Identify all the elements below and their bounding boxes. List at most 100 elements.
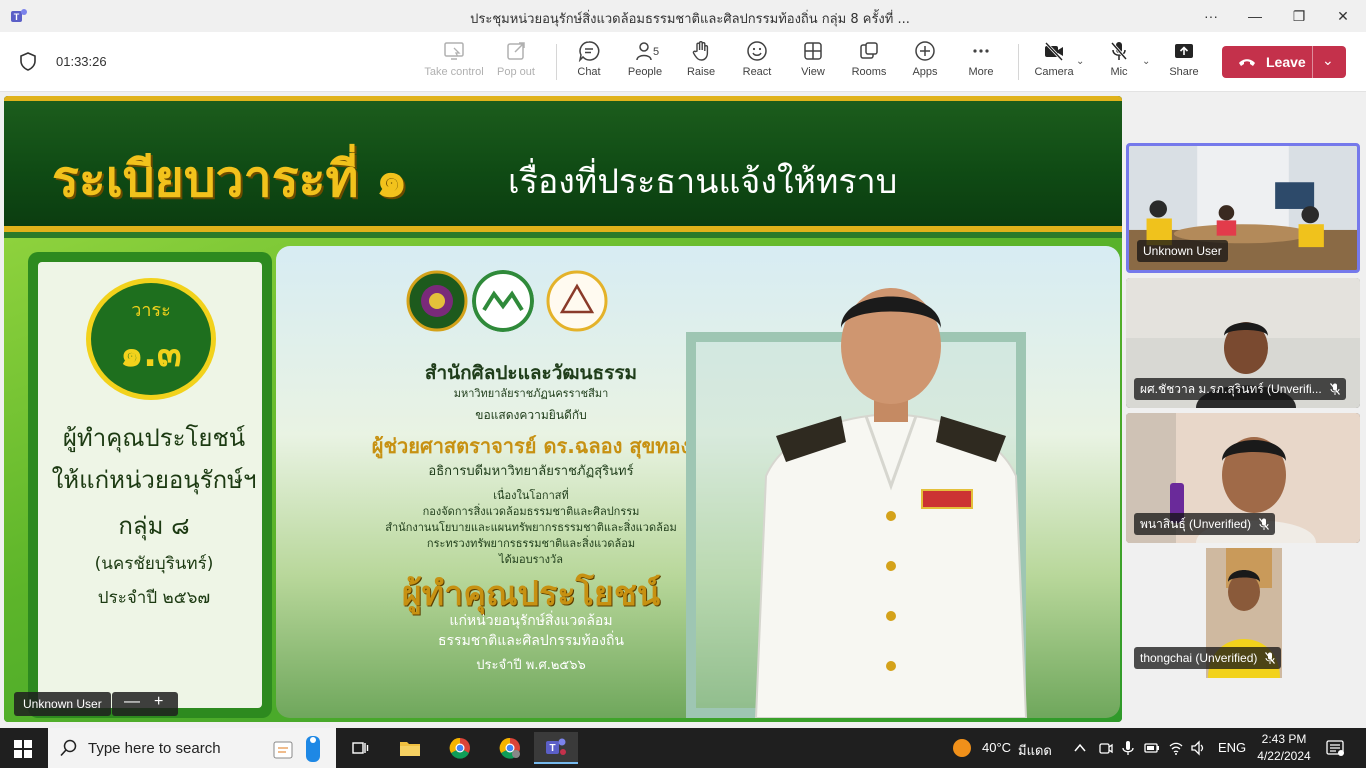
rooms-label: Rooms [851,66,887,78]
raise-hand-button[interactable]: Raise [671,40,731,86]
maximize-button[interactable]: ❐ [1276,0,1322,32]
more-options-button[interactable]: ··· [1188,0,1234,32]
volume-icon[interactable] [1190,740,1206,756]
more-label: More [968,66,994,78]
people-count: 5 [653,46,660,58]
weather-temp[interactable]: 40°C [982,740,1011,755]
chat-label: Chat [577,66,601,78]
file-explorer-button[interactable] [388,732,432,764]
mic-muted-icon [1329,383,1340,395]
participant-tile[interactable]: ผศ.ชัชวาล ม.รภ.สุรินทร์ (Unverifi... [1126,278,1360,408]
ellipsis-icon [973,49,989,53]
chevron-up-icon[interactable] [1072,740,1088,756]
chat-button[interactable]: Chat [559,40,619,86]
share-button[interactable]: Share [1154,40,1214,86]
notifications-icon[interactable] [1326,739,1344,757]
camera-tray-icon[interactable] [1098,740,1114,756]
rooms-button[interactable]: Rooms [839,40,899,86]
zoom-controls: — + [112,692,178,716]
chrome-button[interactable] [438,732,482,764]
battery-icon[interactable] [1144,740,1160,756]
grid-view-icon [804,42,822,60]
panel-line-3: กลุ่ม ๘ [118,512,190,540]
chrome-icon [449,737,470,759]
pop-out-button: Pop out [486,40,546,86]
gold-border [4,96,1122,101]
badge-label: วาระ [131,300,171,321]
mic-label: Mic [1110,66,1128,78]
participant-tile[interactable]: พนาสินธุ์ (Unverified) [1126,413,1360,543]
window-title: ประชุมหน่วยอนุรักษ์สิ่งแวดล้อมธรรมชาติแล… [470,12,910,27]
chrome-profile-button[interactable] [488,732,532,764]
participant-name-text: ผศ.ชัชวาล ม.รภ.สุรินทร์ (Unverifi... [1140,382,1322,396]
leave-label: Leave [1266,54,1306,70]
award-person: ผู้ช่วยศาสตราจารย์ ดร.ฉลอง สุขทอง [371,434,691,458]
take-control-icon [444,42,464,60]
minimize-button[interactable]: — [1232,0,1278,32]
microphone-tray-icon[interactable] [1120,740,1136,756]
camera-button[interactable]: Camera [1024,40,1084,86]
mic-button[interactable]: Mic [1089,40,1149,86]
clock-time: 2:43 PM [1261,732,1307,746]
participant-tile[interactable]: Unknown User [1126,143,1360,273]
more-button[interactable]: More [951,40,1011,86]
badge-number: ๑.๓ [120,334,182,375]
leave-options-chevron-icon[interactable]: ⌄ [1322,52,1334,69]
participant-name-text: พนาสินธุ์ (Unverified) [1140,517,1252,531]
environment-logo-icon [472,270,534,332]
participant-name: thongchai (Unverified) [1134,647,1282,669]
award-univ: มหาวิทยาลัยราชภัฏนครราชสีมา [453,387,609,400]
search-icon [60,739,77,757]
apps-label: Apps [912,66,938,78]
agenda-badge: วาระ ๑.๓ [86,278,216,400]
arts-office-logo-icon [546,270,608,332]
award-position: อธิการบดีมหาวิทยาลัยราชภัฏสุรินทร์ [428,464,634,479]
svg-text:T: T [549,743,555,754]
share-label: Share [1169,66,1199,78]
windows-start-icon[interactable] [14,740,32,758]
honoree-photo [754,288,1028,718]
close-button[interactable]: ✕ [1320,0,1366,32]
zoom-in-button[interactable]: + [154,693,163,711]
people-label: People [627,66,663,78]
wifi-icon[interactable] [1168,740,1184,756]
weather-sun-icon[interactable] [952,738,972,758]
participant-name: พนาสินธุ์ (Unverified) [1134,513,1276,535]
clock[interactable]: 2:43 PM 4/22/2024 [1252,731,1316,765]
panel-line-5: ประจำปี ๒๕๖๗ [97,588,211,608]
view-label: View [801,66,825,78]
zoom-out-button[interactable]: — [124,693,140,711]
shared-screen: ระเบียบวาระที่ ๑ เรื่องที่ประธานแจ้งให้ท… [4,96,1122,722]
agenda-title: ระเบียบวาระที่ ๑ [52,149,408,208]
clock-date: 4/22/2024 [1257,749,1311,763]
meeting-timer: 01:33:26 [56,54,107,69]
svg-text:T: T [14,12,20,22]
pop-out-label: Pop out [497,66,535,78]
take-control-button: Take control [424,40,484,86]
language-indicator[interactable]: ENG [1218,740,1246,755]
leave-button[interactable]: Leave ⌄ [1222,46,1346,78]
participant-name: Unknown User [1137,240,1228,262]
agenda-subtitle: เรื่องที่ประธานแจ้งให้ทราบ [508,162,898,202]
taskbar-search[interactable]: Type here to search [48,728,336,768]
award-poster: สำนักศิลปะและวัฒนธรรม มหาวิทยาลัยราชภัฏน… [276,246,1120,718]
mic-options-chevron-icon[interactable]: ⌄ [1142,56,1150,67]
share-icon [1175,44,1193,58]
teams-taskbar-button[interactable]: T [534,732,578,764]
search-highlight-icon [273,736,320,762]
slide-header: ระเบียบวาระที่ ๑ เรื่องที่ประธานแจ้งให้ท… [4,96,1122,232]
camera-options-chevron-icon[interactable]: ⌄ [1076,56,1084,67]
weather-desc[interactable]: มีแดด [1018,740,1052,761]
view-button[interactable]: View [783,40,843,86]
university-logo-icon [406,270,468,332]
task-view-button[interactable] [338,732,382,764]
participant-name-text: thongchai (Unverified) [1140,651,1258,665]
people-button[interactable]: 5 People [615,40,675,86]
chrome-profile-icon [499,737,520,759]
camera-label: Camera [1034,66,1074,78]
react-button[interactable]: React [727,40,787,86]
award-congrats: ขอแสดงความยินดีกับ [475,408,587,422]
raise-label: Raise [686,66,716,78]
shield-icon[interactable] [20,52,36,71]
apps-button[interactable]: Apps [895,40,955,86]
